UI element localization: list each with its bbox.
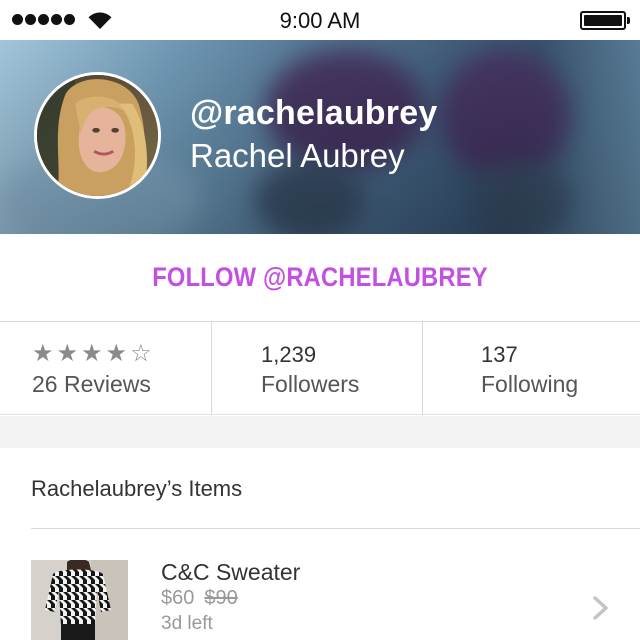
- chevron-right-icon[interactable]: [592, 595, 610, 621]
- follow-button[interactable]: FOLLOW @RACHELAUBREY: [38, 262, 601, 293]
- item-original-price: $90: [204, 587, 238, 609]
- list-item[interactable]: C&C Sweater $60 $90 3d left: [0, 529, 640, 640]
- status-time: 9:00 AM: [279, 8, 361, 33]
- avatar[interactable]: [34, 72, 161, 199]
- star-filled-icon: ★: [105, 340, 128, 367]
- followers-stat[interactable]: 1,239 Followers: [211, 322, 422, 415]
- section-spacer: [0, 416, 640, 448]
- following-stat[interactable]: 137 Following: [422, 322, 640, 415]
- star-empty-icon: ☆: [130, 340, 152, 367]
- item-prices: $60 $90: [161, 587, 238, 610]
- follow-row: FOLLOW @RACHELAUBREY: [0, 234, 640, 322]
- item-price: $60: [161, 587, 195, 609]
- item-name: C&C Sweater: [161, 559, 301, 585]
- reviews-label: 26 Reviews: [32, 371, 151, 397]
- profile-handle: @rachelaubrey: [190, 94, 438, 132]
- followers-count: 1,239: [261, 342, 317, 367]
- item-thumbnail: [31, 560, 128, 640]
- following-label: Following: [481, 371, 579, 397]
- profile-name: Rachel Aubrey: [190, 137, 405, 174]
- item-time-left: 3d left: [161, 613, 213, 634]
- status-bar: 9:00 AM: [0, 0, 640, 40]
- rating-stars: ★ ★ ★ ★ ☆: [32, 342, 152, 366]
- star-filled-icon: ★: [32, 340, 54, 367]
- profile-stats: ★ ★ ★ ★ ☆ 26 Reviews 1,239 Followers 137…: [0, 322, 640, 415]
- reviews-stat[interactable]: ★ ★ ★ ★ ☆ 26 Reviews: [0, 322, 211, 415]
- battery-icon: [580, 11, 630, 30]
- star-filled-icon: ★: [81, 340, 103, 367]
- star-filled-icon: ★: [56, 340, 79, 367]
- followers-label: Followers: [261, 371, 360, 397]
- following-count: 137: [481, 342, 518, 367]
- items-title: Rachelaubrey’s Items: [31, 476, 243, 501]
- items-section: Rachelaubrey’s Items C&C Sweater $60 $90: [0, 448, 640, 640]
